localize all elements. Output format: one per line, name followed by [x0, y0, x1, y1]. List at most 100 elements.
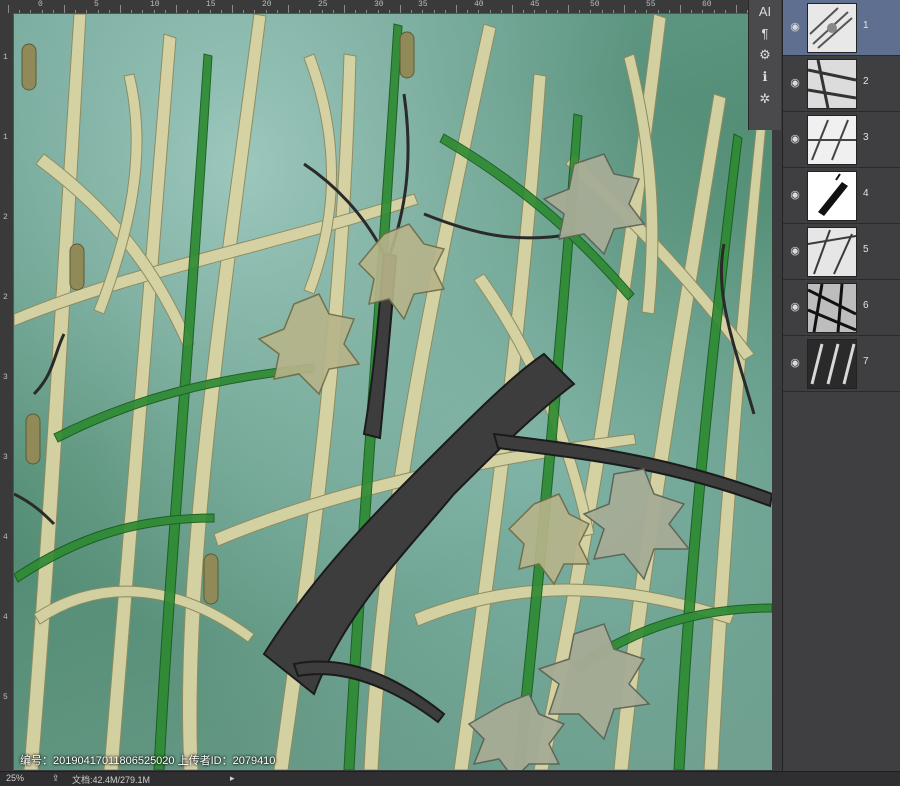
eye-icon[interactable]: ◉ [788, 355, 802, 369]
ruler-tick [42, 10, 43, 13]
layer-thumbnail [807, 283, 857, 333]
ruler-tick [714, 10, 715, 13]
layer-row[interactable]: ◉ 7 [783, 336, 900, 392]
ruler-tick [736, 5, 737, 13]
ruler-tick [19, 10, 20, 13]
ruler-tick [243, 10, 244, 13]
ruler-label: 20 [262, 0, 272, 9]
ruler-tick [64, 5, 65, 13]
ruler-tick [53, 10, 54, 13]
ruler-tick [333, 10, 334, 13]
status-bar: 25% ⇪ 文档:42.4M/279.1M ▸ [0, 771, 900, 786]
status-arrow-button[interactable]: ▸ [230, 773, 235, 784]
ruler-tick [422, 10, 423, 13]
document-canvas[interactable] [14, 14, 772, 770]
ruler-label: 3 [3, 373, 8, 382]
ruler-tick [523, 10, 524, 13]
ruler-tick [254, 10, 255, 13]
layer-name: 7 [863, 356, 869, 367]
eye-icon[interactable]: ◉ [788, 131, 802, 145]
ruler-tick [221, 10, 222, 13]
ruler-tick [210, 10, 211, 13]
ruler-label: 1 [3, 53, 8, 62]
layer-name: 1 [863, 20, 869, 31]
paragraph-icon[interactable]: ¶ [749, 22, 781, 44]
ruler-tick [691, 10, 692, 13]
eye-icon[interactable]: ◉ [788, 19, 802, 33]
ruler-label: 1 [3, 133, 8, 142]
ruler-tick [602, 10, 603, 13]
ruler-tick [411, 10, 412, 13]
ruler-tick [355, 10, 356, 13]
ruler-tick [568, 5, 569, 13]
panel-icon-strip: AI ¶ ⚙ ℹ ✲ [748, 0, 781, 130]
ruler-label: 35 [418, 0, 428, 9]
layer-thumbnail [807, 171, 857, 221]
ruler-tick [389, 10, 390, 13]
ruler-tick [546, 10, 547, 13]
ruler-tick [322, 10, 323, 13]
layer-row[interactable]: ◉ 5 [783, 224, 900, 280]
ruler-tick [277, 10, 278, 13]
info-icon[interactable]: ℹ [749, 66, 781, 88]
ruler-label: 2 [3, 293, 8, 302]
ai-icon[interactable]: AI [749, 0, 781, 22]
document-size: 文档:42.4M/279.1M [72, 775, 151, 785]
layer-thumbnail [807, 59, 857, 109]
ruler-tick [725, 10, 726, 13]
sun-icon[interactable]: ✲ [749, 88, 781, 110]
ruler-tick [154, 10, 155, 13]
settings-icon[interactable]: ⚙ [749, 44, 781, 66]
layer-row[interactable]: ◉ 3 [783, 112, 900, 168]
ruler-tick [579, 10, 580, 13]
ruler-tick [299, 10, 300, 13]
left-ruler[interactable]: 1 1 2 2 3 3 4 4 5 [0, 13, 14, 771]
ruler-tick [109, 10, 110, 13]
layer-row[interactable]: ◉ 4 [783, 168, 900, 224]
ruler-label: 0 [38, 0, 43, 9]
ruler-tick [702, 10, 703, 13]
ruler-tick [131, 10, 132, 13]
camo-artwork [14, 14, 772, 770]
share-icon[interactable]: ⇪ [52, 773, 60, 784]
ruler-tick [590, 10, 591, 13]
layer-row[interactable]: ◉ 2 [783, 56, 900, 112]
ruler-tick [512, 5, 513, 13]
ruler-label: 5 [3, 693, 8, 702]
ruler-tick [165, 10, 166, 13]
ruler-tick [344, 5, 345, 13]
layer-name: 6 [863, 300, 869, 311]
ruler-label: 15 [206, 0, 216, 9]
ruler-tick [478, 10, 479, 13]
zoom-level[interactable]: 25% [6, 773, 24, 783]
ruler-tick [400, 5, 401, 13]
ruler-tick [490, 10, 491, 13]
ruler-tick [288, 5, 289, 13]
ruler-label: 45 [530, 0, 540, 9]
layer-thumbnail [807, 115, 857, 165]
layer-thumbnail [807, 227, 857, 277]
ruler-tick [142, 10, 143, 13]
ruler-tick [176, 5, 177, 13]
ruler-tick [232, 5, 233, 13]
ruler-tick [534, 10, 535, 13]
ruler-tick [187, 10, 188, 13]
ruler-tick [266, 10, 267, 13]
ruler-tick [75, 10, 76, 13]
ruler-tick [456, 5, 457, 13]
eye-icon[interactable]: ◉ [788, 75, 802, 89]
ruler-tick [30, 10, 31, 13]
ruler-tick [434, 10, 435, 13]
eye-icon[interactable]: ◉ [788, 299, 802, 313]
layers-panel: ◉ 1 ◉ 2 ◉ 3 ◉ 4 ◉ 5 ◉ 6 ◉ 7 [782, 0, 900, 771]
layer-row[interactable]: ◉ 1 [783, 0, 900, 56]
layer-row[interactable]: ◉ 6 [783, 280, 900, 336]
top-ruler[interactable]: 0 5 10 15 20 25 30 35 40 45 50 55 60 [0, 0, 748, 14]
ruler-tick [198, 10, 199, 13]
ruler-tick [445, 10, 446, 13]
eye-icon[interactable]: ◉ [788, 243, 802, 257]
ruler-label: 60 [702, 0, 712, 9]
ruler-tick [98, 10, 99, 13]
eye-icon[interactable]: ◉ [788, 187, 802, 201]
ruler-tick [680, 5, 681, 13]
